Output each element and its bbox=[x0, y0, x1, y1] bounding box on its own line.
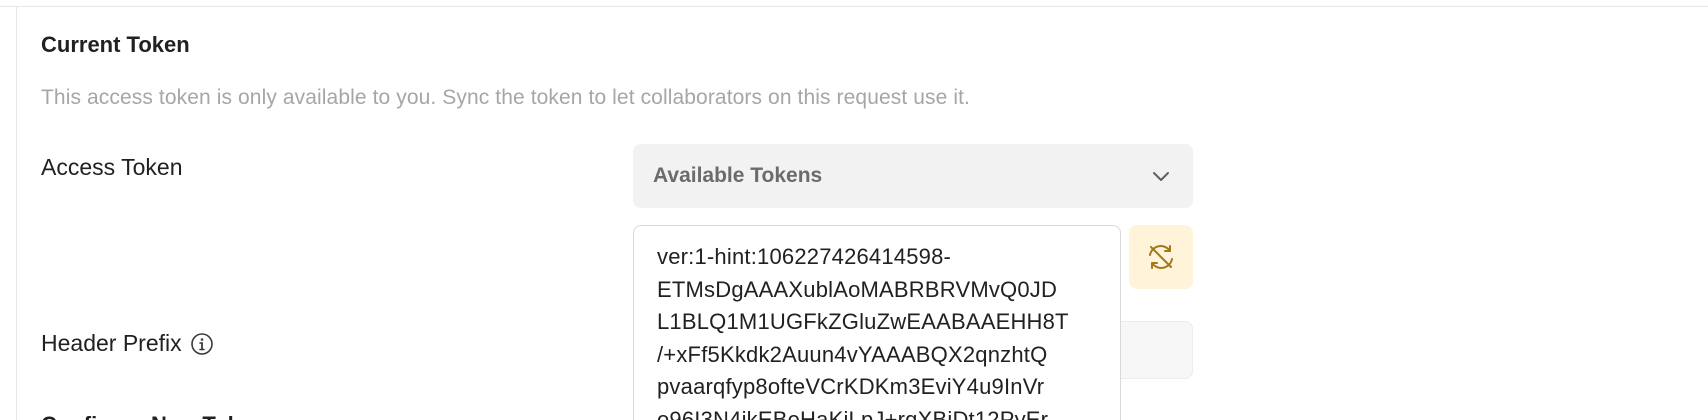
sync-token-button[interactable] bbox=[1129, 225, 1193, 289]
sync-off-icon bbox=[1149, 245, 1173, 269]
header-prefix-label: Header Prefix bbox=[41, 330, 214, 357]
access-token-line: ver:1-hint:106227426414598- bbox=[657, 244, 952, 269]
access-token-label-text: Access Token bbox=[41, 154, 183, 180]
chevron-down-icon bbox=[1153, 172, 1169, 181]
available-tokens-label: Available Tokens bbox=[653, 164, 823, 187]
access-token-line: ETMsDgAAAXublAoMABRBRVMvQ0JD bbox=[657, 276, 1058, 302]
access-token-value: ver:1-hint:106227426414598- ETMsDgAAAXubl… bbox=[657, 241, 1100, 420]
available-tokens-dropdown[interactable]: Available Tokens bbox=[633, 144, 1193, 208]
left-rule bbox=[16, 7, 17, 420]
access-token-line: o96I3N4ikEBeHaKiLpJ+rqXBiDt12PyEr bbox=[657, 406, 1049, 420]
access-token-line: pvaarqfyp8ofteVCrKDKm3EviY4u9InVr bbox=[657, 374, 1045, 399]
top-divider bbox=[0, 6, 1708, 7]
section-description: This access token is only available to y… bbox=[41, 86, 970, 109]
section-title: Current Token bbox=[41, 32, 190, 57]
info-icon[interactable] bbox=[190, 332, 214, 356]
header-prefix-label-text: Header Prefix bbox=[41, 330, 182, 356]
auth-token-panel: Current Token This access token is only … bbox=[0, 0, 1708, 420]
next-section-title: Configure New Token bbox=[41, 412, 266, 420]
access-token-label: Access Token bbox=[41, 154, 182, 181]
access-token-line: L1BLQ1M1UGFkZGluZwEAABAAEHH8T bbox=[657, 309, 1069, 334]
access-token-line: /+xFf5Kkdk2Auun4vYAAABQX2qnzhtQ bbox=[657, 341, 1048, 367]
access-token-textarea[interactable]: ver:1-hint:106227426414598- ETMsDgAAAXubl… bbox=[633, 225, 1121, 420]
